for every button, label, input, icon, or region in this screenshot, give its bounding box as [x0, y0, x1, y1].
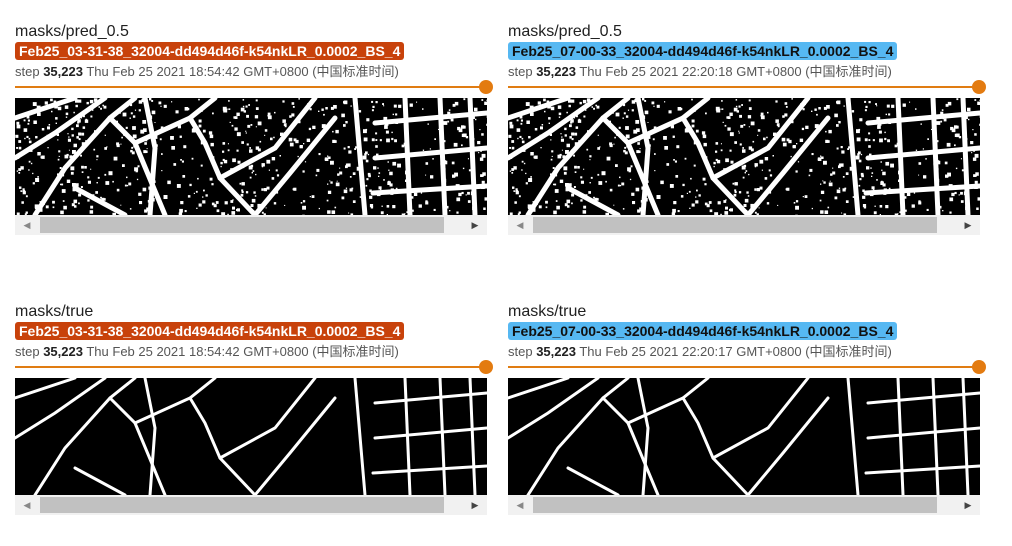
tag-title: masks/true: [508, 303, 587, 320]
scrollbar-thumb[interactable]: [533, 217, 937, 233]
step-slider[interactable]: [508, 80, 986, 94]
tag-title: masks/pred_0.5: [15, 23, 129, 40]
scrollbar-thumb[interactable]: [40, 497, 444, 513]
step-info: step 35,223 Thu Feb 25 2021 22:20:17 GMT…: [508, 344, 980, 360]
run-name-badge: Feb25_07-00-33_32004-dd494d46f-k54nkLR_0…: [508, 42, 898, 60]
scroll-right-icon[interactable]: ▶: [465, 495, 485, 515]
mask-image: [508, 378, 980, 495]
timestamp: Thu Feb 25 2021 22:20:18 GMT+0800 (中国标准时…: [579, 64, 892, 79]
step-label: step: [508, 344, 533, 359]
mask-image: [15, 98, 487, 215]
mask-image: [15, 378, 487, 495]
step-slider[interactable]: [508, 360, 986, 374]
step-info: step 35,223 Thu Feb 25 2021 18:54:42 GMT…: [15, 344, 487, 360]
step-slider[interactable]: [15, 360, 493, 374]
horizontal-scrollbar[interactable]: ◀ ▶: [15, 215, 487, 235]
scroll-left-icon[interactable]: ◀: [17, 215, 37, 235]
step-slider[interactable]: [15, 80, 493, 94]
horizontal-scrollbar[interactable]: ◀ ▶: [15, 495, 487, 515]
slider-thumb[interactable]: [972, 360, 986, 374]
timestamp: Thu Feb 25 2021 18:54:42 GMT+0800 (中国标准时…: [86, 344, 399, 359]
step-label: step: [508, 64, 533, 79]
run-name-badge: Feb25_07-00-33_32004-dd494d46f-k54nkLR_0…: [508, 322, 898, 340]
image-card-true-run1: masks/true Feb25_03-31-38_32004-dd494d46…: [15, 302, 493, 515]
step-info: step 35,223 Thu Feb 25 2021 18:54:42 GMT…: [15, 64, 487, 80]
scrollbar-thumb[interactable]: [40, 217, 444, 233]
horizontal-scrollbar[interactable]: ◀ ▶: [508, 495, 980, 515]
step-value: 35,223: [536, 344, 576, 359]
image-card-pred-run2: masks/pred_0.5 Feb25_07-00-33_32004-dd49…: [508, 22, 986, 235]
step-value: 35,223: [43, 64, 83, 79]
slider-thumb[interactable]: [479, 80, 493, 94]
step-info: step 35,223 Thu Feb 25 2021 22:20:18 GMT…: [508, 64, 980, 80]
scroll-left-icon[interactable]: ◀: [510, 495, 530, 515]
slider-track[interactable]: [15, 366, 487, 368]
timestamp: Thu Feb 25 2021 18:54:42 GMT+0800 (中国标准时…: [86, 64, 399, 79]
step-value: 35,223: [43, 344, 83, 359]
image-card-true-run2: masks/true Feb25_07-00-33_32004-dd494d46…: [508, 302, 986, 515]
scrollbar-thumb[interactable]: [533, 497, 937, 513]
mask-image: [508, 98, 980, 215]
timestamp: Thu Feb 25 2021 22:20:17 GMT+0800 (中国标准时…: [579, 344, 892, 359]
tag-title: masks/pred_0.5: [508, 23, 622, 40]
scroll-right-icon[interactable]: ▶: [958, 215, 978, 235]
slider-track[interactable]: [508, 86, 980, 88]
slider-thumb[interactable]: [479, 360, 493, 374]
scroll-left-icon[interactable]: ◀: [510, 215, 530, 235]
tag-title: masks/true: [15, 303, 94, 320]
horizontal-scrollbar[interactable]: ◀ ▶: [508, 215, 980, 235]
scroll-right-icon[interactable]: ▶: [958, 495, 978, 515]
run-name-badge: Feb25_03-31-38_32004-dd494d46f-k54nkLR_0…: [15, 42, 405, 60]
slider-track[interactable]: [15, 86, 487, 88]
scroll-right-icon[interactable]: ▶: [465, 215, 485, 235]
image-card-pred-run1: masks/pred_0.5 Feb25_03-31-38_32004-dd49…: [15, 22, 493, 235]
run-name-badge: Feb25_03-31-38_32004-dd494d46f-k54nkLR_0…: [15, 322, 405, 340]
scroll-left-icon[interactable]: ◀: [17, 495, 37, 515]
step-label: step: [15, 344, 40, 359]
step-value: 35,223: [536, 64, 576, 79]
slider-track[interactable]: [508, 366, 980, 368]
slider-thumb[interactable]: [972, 80, 986, 94]
step-label: step: [15, 64, 40, 79]
